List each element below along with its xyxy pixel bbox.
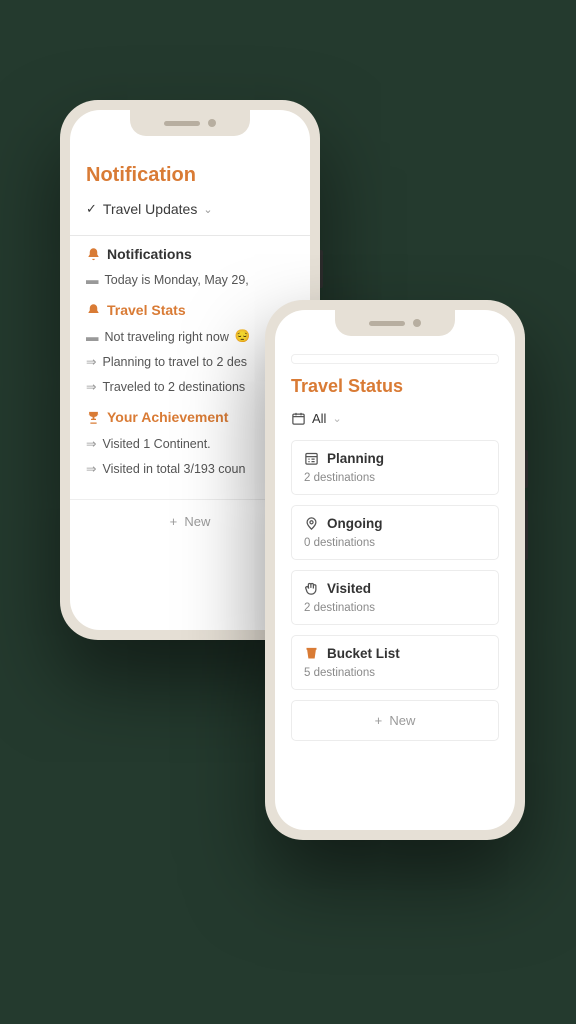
dropdown-label: Travel Updates: [103, 201, 197, 217]
plus-icon: +: [375, 713, 390, 728]
line-text: Planning to travel to 2 des: [102, 355, 247, 369]
map-pin-icon: [304, 516, 319, 531]
bell-icon: [86, 247, 101, 262]
line-text: Not traveling right now: [105, 330, 229, 344]
speaker-slot: [369, 321, 405, 326]
notification-line: ⇒ Visited 1 Continent.: [86, 431, 294, 456]
travel-status-screen: Travel Status All ⌄ Planning 2 destinati…: [275, 310, 515, 830]
status-card-planning[interactable]: Planning 2 destinations: [291, 440, 499, 495]
line-text: Visited in total 3/193 coun: [102, 462, 245, 476]
new-label: New: [389, 713, 415, 728]
calendar-list-icon: [304, 451, 319, 466]
section-notifications: Notifications: [86, 246, 294, 262]
status-card-ongoing[interactable]: Ongoing 0 destinations: [291, 505, 499, 560]
bell-solid-icon: [86, 303, 101, 318]
status-card-bucket-list[interactable]: Bucket List 5 destinations: [291, 635, 499, 690]
section-heading: Your Achievement: [107, 409, 228, 425]
arrow-icon: ⇒: [86, 379, 96, 394]
trophy-icon: [86, 410, 101, 425]
top-card-placeholder: [291, 354, 499, 364]
card-subtitle: 2 destinations: [304, 602, 486, 614]
card-title-text: Planning: [327, 451, 384, 466]
page-title: Notification: [86, 164, 294, 187]
new-button[interactable]: + New: [291, 700, 499, 741]
wave-hand-icon: [304, 581, 319, 596]
phone-notch: [130, 110, 250, 136]
travel-updates-dropdown[interactable]: ✓ Travel Updates ⌄: [86, 201, 294, 217]
check-icon: ✓: [86, 201, 97, 217]
card-title-text: Ongoing: [327, 516, 382, 531]
line-text: Visited 1 Continent.: [102, 437, 210, 451]
section-travel-stats: Travel Stats: [86, 302, 294, 318]
notification-line: ⇒ Visited in total 3/193 coun: [86, 456, 294, 481]
bucket-icon: [304, 646, 319, 661]
speaker-slot: [164, 121, 200, 126]
card-title-text: Visited: [327, 581, 371, 596]
notification-line: ▬ Today is Monday, May 29,: [86, 268, 294, 292]
filter-dropdown[interactable]: All ⌄: [291, 411, 499, 426]
card-subtitle: 2 destinations: [304, 472, 486, 484]
section-heading: Notifications: [107, 246, 192, 262]
calendar-icon: [291, 411, 306, 426]
power-button: [525, 450, 528, 488]
phone-mock-travel-status: Travel Status All ⌄ Planning 2 destinati…: [265, 300, 525, 840]
front-camera: [413, 319, 421, 327]
card-title-text: Bucket List: [327, 646, 400, 661]
phone-notch: [335, 310, 455, 336]
status-card-visited[interactable]: Visited 2 destinations: [291, 570, 499, 625]
line-text: Today is Monday, May 29,: [105, 273, 249, 287]
arrow-icon: ⇒: [86, 436, 96, 451]
chevron-down-icon: ⌄: [332, 412, 341, 425]
emoji-face-icon: 😔: [235, 329, 251, 344]
bullet-icon: ▬: [86, 273, 99, 287]
card-subtitle: 0 destinations: [304, 537, 486, 549]
power-button: [320, 250, 323, 288]
plus-icon: +: [170, 514, 185, 529]
notification-line: ⇒ Traveled to 2 destinations: [86, 374, 294, 399]
notification-line: ⇒ Planning to travel to 2 des: [86, 349, 294, 374]
front-camera: [208, 119, 216, 127]
card-subtitle: 5 destinations: [304, 667, 486, 679]
chevron-down-icon: ⌄: [203, 203, 212, 216]
bullet-icon: ▬: [86, 330, 99, 344]
divider: [70, 235, 310, 236]
line-text: Traveled to 2 destinations: [102, 380, 245, 394]
new-label: New: [184, 514, 210, 529]
section-heading: Travel Stats: [107, 302, 186, 318]
notification-line: ▬ Not traveling right now 😔: [86, 324, 294, 349]
arrow-icon: ⇒: [86, 354, 96, 369]
volume-button: [525, 500, 528, 560]
arrow-icon: ⇒: [86, 461, 96, 476]
filter-label: All: [312, 411, 326, 426]
section-achievement: Your Achievement: [86, 409, 294, 425]
page-title: Travel Status: [291, 376, 499, 397]
